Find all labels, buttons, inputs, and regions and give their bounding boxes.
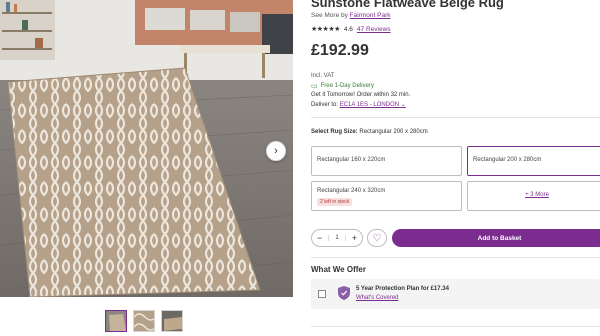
product-price: £192.99 bbox=[311, 42, 369, 59]
chevron-right-icon: › bbox=[274, 145, 278, 157]
size-option[interactable]: Rectangular 240 x 320cm 2 left in stock bbox=[311, 181, 462, 211]
offer-heading: What We Offer bbox=[311, 265, 366, 274]
product-title: Sunstone Flatweave Beige Rug bbox=[311, 0, 504, 10]
select-size-label: Select Rug Size: Rectangular 200 x 280cm bbox=[311, 129, 428, 135]
star-rating-icon: ★★★★★ bbox=[311, 26, 340, 33]
see-more-brand: See More by Fairmont Park bbox=[311, 12, 391, 19]
truck-icon: ▭ bbox=[311, 83, 318, 90]
stock-badge: 2 left in stock bbox=[317, 198, 353, 206]
quantity-value[interactable]: 1 bbox=[328, 235, 346, 241]
thumbnail-image[interactable] bbox=[161, 310, 183, 332]
divider bbox=[311, 117, 600, 118]
more-sizes-button[interactable]: + 3 More bbox=[467, 181, 600, 211]
chevron-down-icon: ⌄ bbox=[400, 102, 406, 108]
next-image-button[interactable]: › bbox=[266, 141, 286, 161]
product-image bbox=[0, 0, 293, 297]
thumbnail-strip bbox=[105, 310, 183, 332]
protection-plan-checkbox[interactable] bbox=[318, 290, 326, 298]
shield-icon bbox=[338, 286, 350, 300]
thumbnail-image[interactable] bbox=[105, 310, 127, 332]
size-option[interactable]: Rectangular 160 x 220cm bbox=[311, 146, 462, 176]
size-option-selected[interactable]: Rectangular 200 x 280cm bbox=[467, 146, 600, 176]
thumbnail-image[interactable] bbox=[133, 310, 155, 332]
free-delivery: ▭ Free 1-Day Delivery bbox=[311, 83, 374, 90]
product-image-gallery: › bbox=[0, 0, 293, 297]
quantity-stepper: − 1 + bbox=[311, 229, 363, 247]
divider bbox=[311, 257, 600, 258]
location-link[interactable]: EC1A 1ES - LONDON ⌄ bbox=[340, 102, 406, 108]
decrease-quantity-button[interactable]: − bbox=[317, 233, 322, 243]
add-to-basket-button[interactable]: Add to Basket bbox=[392, 229, 600, 247]
reviews-link[interactable]: 47 Reviews bbox=[357, 26, 391, 33]
increase-quantity-button[interactable]: + bbox=[352, 233, 357, 243]
deliver-to: Deliver to: EC1A 1ES - LONDON ⌄ bbox=[311, 102, 406, 108]
whats-covered-link[interactable]: What's Covered bbox=[356, 295, 399, 301]
rating-value: 4.6 bbox=[343, 25, 353, 33]
brand-link[interactable]: Fairmont Park bbox=[350, 12, 391, 19]
divider bbox=[311, 326, 600, 327]
protection-plan-box bbox=[311, 279, 600, 309]
delivery-eta: Get it Tomorrow! Order within 32 min. bbox=[311, 92, 411, 98]
heart-icon: ♡ bbox=[372, 232, 382, 244]
protection-plan-text: 5 Year Protection Plan for £17.34 bbox=[356, 286, 449, 292]
wishlist-button[interactable]: ♡ bbox=[367, 229, 387, 247]
size-option-label: Rectangular 240 x 320cm bbox=[317, 188, 386, 194]
vat-label: Incl. VAT bbox=[311, 73, 335, 79]
rating-row: ★★★★★ 4.6 47 Reviews bbox=[311, 25, 391, 34]
